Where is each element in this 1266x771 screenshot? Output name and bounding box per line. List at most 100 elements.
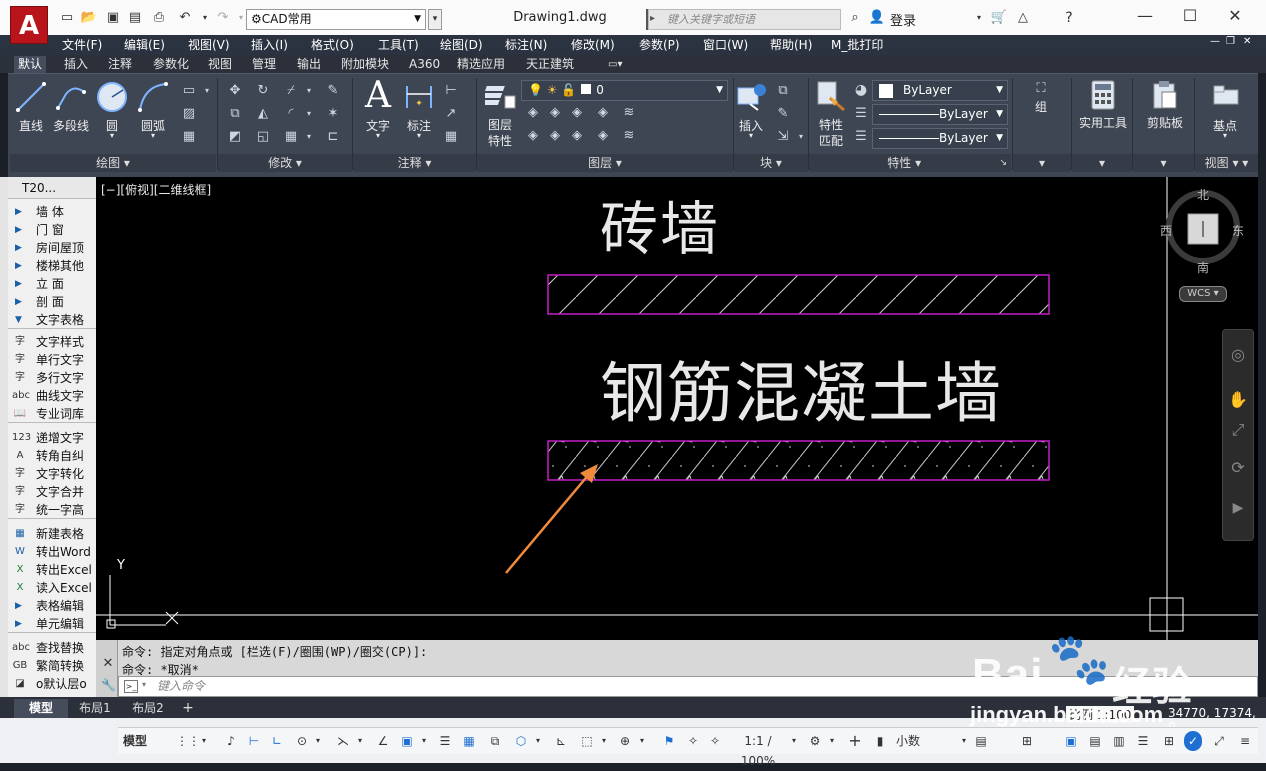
copy-icon[interactable]: ⧉	[226, 105, 244, 123]
palette-item-import-excel[interactable]: X 读入Excel	[8, 579, 96, 597]
polar-dropdown-icon[interactable]: ▾	[312, 731, 324, 751]
units-chevron-icon[interactable]: ▾	[958, 731, 970, 751]
new-file-icon[interactable]: ▭	[58, 9, 76, 27]
menu-view[interactable]: 视图(V)	[188, 36, 230, 53]
menu-modify[interactable]: 修改(M)	[571, 36, 615, 53]
view-panel-title[interactable]: 视图 ▾ ▾	[1195, 154, 1258, 172]
tab-tangent[interactable]: 天正建筑	[522, 56, 578, 73]
trim-dropdown-icon[interactable]: ▾	[300, 82, 318, 100]
palette-category-walls[interactable]: ▶ 墙 体	[8, 203, 96, 221]
snap-icon[interactable]: ♪	[222, 731, 240, 751]
annotation-monitor-icon[interactable]: +	[846, 731, 864, 751]
doc-close-icon[interactable]: ✕	[1243, 36, 1251, 47]
menu-dimension[interactable]: 标注(N)	[505, 36, 547, 53]
draw-panel-title[interactable]: 绘图 ▾	[10, 154, 216, 172]
palette-item-text-convert[interactable]: 字文字转化	[8, 465, 96, 483]
3d-osnap-dropdown-icon[interactable]: ▾	[532, 731, 544, 751]
layer-iso-icon[interactable]: ◈	[524, 104, 542, 122]
gizmo-icon[interactable]: ⊕	[616, 731, 634, 751]
menu-parametric[interactable]: 参数(P)	[639, 36, 680, 53]
annotation-scale-dropdown[interactable]: 1:1 / 100%	[730, 731, 786, 768]
group-panel-title[interactable]: ▾	[1013, 154, 1071, 172]
ortho-icon[interactable]: ∟	[268, 731, 286, 751]
palette-category-stairs[interactable]: ▶ 楼梯其他	[8, 257, 96, 275]
erase-icon[interactable]: ✎	[324, 82, 342, 100]
palette-item-export-excel[interactable]: X 转出Excel	[8, 561, 96, 579]
tab-layout2[interactable]: 布局2	[124, 699, 172, 718]
auto-scale-icon[interactable]: ✧	[684, 731, 702, 751]
object-snap-dropdown-icon[interactable]: ▾	[418, 731, 430, 751]
layer-thaw-icon[interactable]: ◈	[546, 127, 564, 145]
menu-insert[interactable]: 插入(I)	[251, 36, 288, 53]
scale-icon[interactable]: ◱	[254, 128, 272, 146]
hardware-acceleration-icon[interactable]: ▤	[1086, 731, 1104, 751]
annotation-visibility-icon[interactable]: ⚑	[660, 731, 678, 751]
quick-access-customize-icon[interactable]: ▾	[428, 9, 442, 30]
color-dropdown[interactable]: ByLayer ▼	[872, 80, 1008, 101]
block-panel-title[interactable]: 块 ▾	[734, 154, 808, 172]
palette-item-text-style[interactable]: 字文字样式	[8, 333, 96, 351]
tab-model[interactable]: 模型	[14, 699, 68, 718]
menu-draw[interactable]: 绘图(D)	[440, 36, 483, 53]
lineweight-icon[interactable]: ☰	[852, 128, 870, 146]
base-view-dropdown-icon[interactable]: ▾	[1217, 131, 1233, 140]
layers-panel-title[interactable]: 图层 ▾	[477, 154, 733, 172]
palette-item-angle-correct[interactable]: A 转角自纠	[8, 447, 96, 465]
move-icon[interactable]: ✥	[226, 82, 244, 100]
menu-tools[interactable]: 工具(T)	[378, 36, 419, 53]
layer-unlock-icon[interactable]: ◈	[594, 127, 612, 145]
save-as-icon[interactable]: ▤	[126, 9, 144, 27]
offset-icon[interactable]: ⊏	[324, 128, 342, 146]
palette-item-export-word[interactable]: W 转出Word	[8, 543, 96, 561]
steering-wheel-icon[interactable]: ◎	[1228, 345, 1248, 365]
clipboard-button[interactable]: 剪贴板	[1136, 114, 1194, 131]
palette-item-unify-height[interactable]: 字统一字高	[8, 501, 96, 519]
fillet-icon[interactable]: ◜	[282, 105, 300, 123]
clipboard-panel-title[interactable]: ▾	[1133, 154, 1194, 172]
viewcube-south[interactable]: 南	[1197, 259, 1209, 276]
command-customize-icon[interactable]: 🔧	[101, 678, 116, 692]
utilities-panel-title[interactable]: ▾	[1072, 154, 1132, 172]
hatch-icon[interactable]: ▨	[180, 105, 198, 123]
layer-freeze-icon[interactable]: ◈	[546, 104, 564, 122]
print-icon[interactable]: ⎙	[150, 9, 168, 27]
hardware-status-icon[interactable]: ✓	[1184, 731, 1202, 751]
explode-icon[interactable]: ✶	[324, 105, 342, 123]
layer-lock-icon[interactable]: ◈	[594, 104, 612, 122]
transparency-icon[interactable]: ▦	[460, 731, 478, 751]
properties-panel-title[interactable]: 特性 ▾ ↘	[809, 154, 1011, 172]
isolate-objects-icon[interactable]: ▣	[1062, 731, 1080, 751]
undo-dropdown-icon[interactable]: ▾	[196, 9, 214, 27]
group-button[interactable]: 组	[1026, 98, 1056, 115]
tab-annotate[interactable]: 注释	[104, 56, 136, 73]
palette-item-find-replace[interactable]: abc 查找替换	[8, 639, 96, 657]
circle-dropdown-icon[interactable]: ▾	[104, 131, 120, 140]
tab-featured-apps[interactable]: 精选应用	[453, 56, 509, 73]
units-dropdown[interactable]: 小数	[890, 731, 962, 751]
minimize-icon[interactable]: —	[1130, 4, 1160, 28]
match-properties-button[interactable]: 特性匹配	[814, 117, 848, 149]
search-expand-icon[interactable]: ▸	[650, 10, 662, 28]
block-attribute-icon[interactable]: ⇲	[774, 128, 792, 146]
menu-window[interactable]: 窗口(W)	[703, 36, 748, 53]
tab-output[interactable]: 输出	[293, 56, 325, 73]
table-icon[interactable]: ▦	[442, 128, 460, 146]
showmotion-icon[interactable]: ▶	[1228, 500, 1248, 520]
isodraft-dropdown-icon[interactable]: ▾	[354, 731, 366, 751]
menu-help[interactable]: 帮助(H)	[770, 36, 812, 53]
infer-constraints-icon[interactable]: ⊢	[245, 731, 263, 751]
search-input[interactable]: 键入关键字或短语	[648, 9, 841, 30]
object-snap-icon[interactable]: ▣	[398, 731, 416, 751]
palette-item-curve-text[interactable]: abc 曲线文字	[8, 387, 96, 405]
customization-icon[interactable]: ☰	[1134, 731, 1152, 751]
insert-dropdown-icon[interactable]: ▾	[743, 131, 759, 140]
palette-item-text-merge[interactable]: 字文字合并	[8, 483, 96, 501]
object-snap-tracking-icon[interactable]: ∠	[374, 731, 392, 751]
linetype-icon[interactable]: ☰	[852, 105, 870, 123]
add-layout-icon[interactable]: +	[178, 699, 198, 718]
layer-off-icon[interactable]: ◈	[568, 104, 586, 122]
layer-properties-button[interactable]: 图层特性	[483, 117, 517, 149]
doc-minimize-icon[interactable]: —	[1210, 36, 1220, 47]
array-dropdown-icon[interactable]: ▾	[300, 128, 318, 146]
command-recent-dropdown-icon[interactable]: ▾	[142, 680, 146, 689]
